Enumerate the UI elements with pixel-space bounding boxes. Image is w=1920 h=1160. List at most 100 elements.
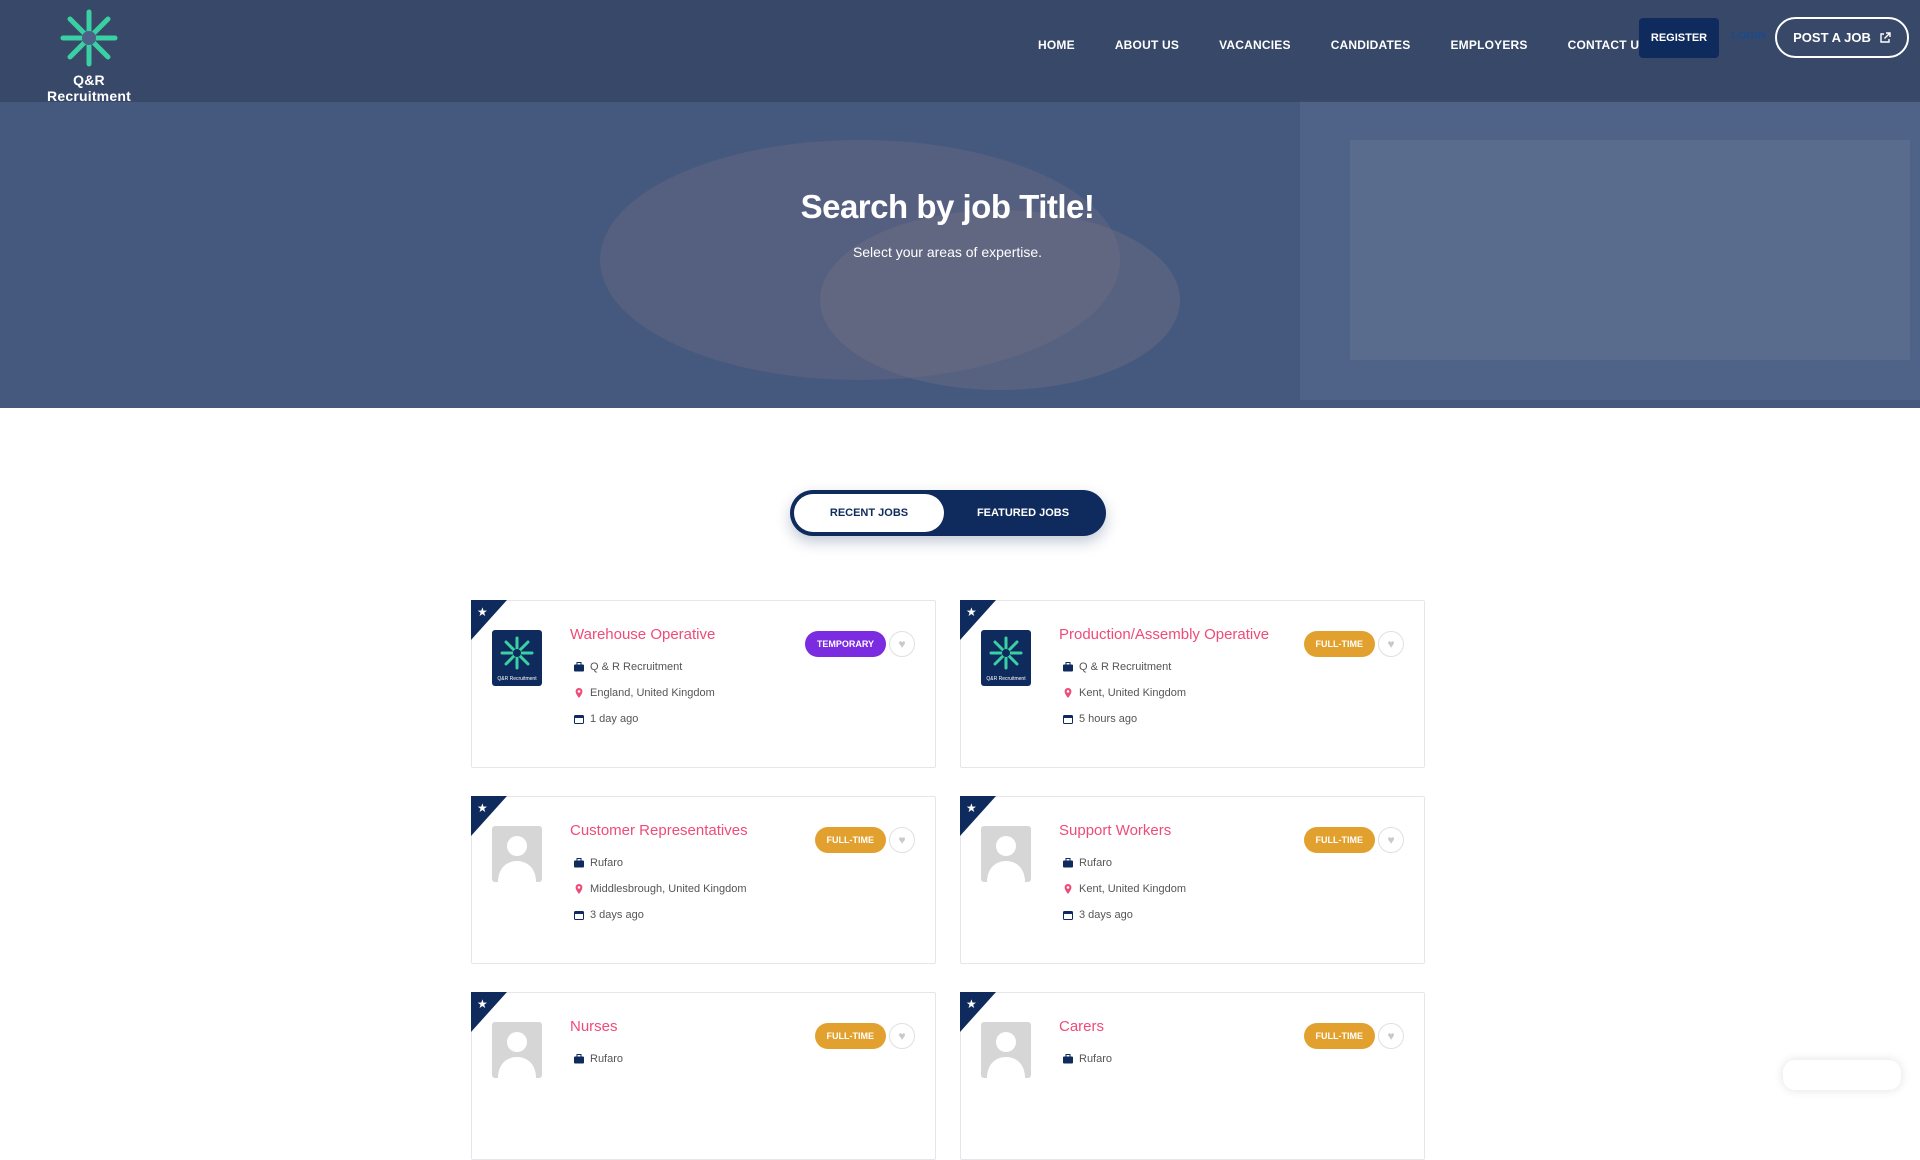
job-location: Kent, United Kingdom [1079, 687, 1187, 699]
posted-date: 3 days ago [590, 909, 644, 921]
login-link[interactable]: LOGIN [1731, 30, 1766, 42]
job-card[interactable]: ★ Customer Representatives FULL-TIME ♥ R… [471, 796, 936, 964]
hero-title: Search by job Title! [800, 188, 1095, 225]
company-name: Rufaro [1079, 857, 1113, 869]
favorite-heart-icon[interactable]: ♥ [1378, 631, 1404, 657]
job-title[interactable]: Warehouse Operative [570, 626, 715, 643]
briefcase-icon [1063, 1054, 1073, 1064]
favorite-heart-icon[interactable]: ♥ [889, 827, 915, 853]
job-type-badge: FULL-TIME [1303, 827, 1375, 853]
location-row: Middlesbrough, United Kingdom [574, 883, 747, 895]
top-navigation-bar: Q&R Recruitment HOME ABOUT US VACANCIES … [0, 0, 1920, 104]
favorite-heart-icon[interactable]: ♥ [889, 1023, 915, 1049]
star-icon: ★ [477, 997, 488, 1011]
briefcase-icon [1063, 662, 1073, 672]
posted-date: 1 day ago [590, 713, 639, 725]
company-row: Rufaro [1063, 857, 1112, 869]
location-row: Kent, United Kingdom [1063, 687, 1186, 699]
job-title[interactable]: Production/Assembly Operative [1059, 626, 1269, 643]
brand-icon [500, 636, 534, 670]
post-a-job-button[interactable]: POST A JOB [1775, 17, 1909, 58]
star-icon: ★ [966, 997, 977, 1011]
external-link-icon [1880, 31, 1891, 43]
company-row: Rufaro [1063, 1053, 1112, 1065]
map-pin-icon [1064, 884, 1072, 894]
company-row: Rufaro [574, 1053, 623, 1065]
calendar-icon [1063, 911, 1073, 920]
job-card[interactable]: ★ Support Workers FULL-TIME ♥ Rufaro Ken… [960, 796, 1425, 964]
company-row: Q & R Recruitment [574, 661, 682, 673]
company-row: Rufaro [574, 857, 623, 869]
favorite-heart-icon[interactable]: ♥ [1378, 1023, 1404, 1049]
company-name: Rufaro [590, 857, 624, 869]
job-type-badge: FULL-TIME [814, 1023, 886, 1049]
person-icon [987, 836, 1025, 882]
map-pin-icon [575, 688, 583, 698]
nav-employers[interactable]: EMPLOYERS [1430, 30, 1547, 60]
tab-recent-jobs[interactable]: RECENT JOBS [794, 494, 944, 532]
star-icon: ★ [477, 605, 488, 619]
calendar-icon [1063, 715, 1073, 724]
posted-date: 3 days ago [1079, 909, 1133, 921]
brand-icon [989, 636, 1023, 670]
favorite-heart-icon[interactable]: ♥ [1378, 827, 1404, 853]
favorite-heart-icon[interactable]: ♥ [889, 631, 915, 657]
map-pin-icon [1064, 688, 1072, 698]
company-name: Q & R Recruitment [590, 661, 683, 673]
briefcase-icon [574, 858, 584, 868]
job-type-badge: TEMPORARY [804, 631, 886, 657]
posted-row: 3 days ago [574, 909, 644, 921]
posted-row: 1 day ago [574, 713, 638, 725]
brand-name: Q&R Recruitment [47, 72, 131, 104]
company-logo: Q&R Recruitment [492, 630, 542, 686]
star-icon: ★ [966, 801, 977, 815]
star-icon: ★ [477, 801, 488, 815]
job-location: Middlesbrough, United Kingdom [590, 883, 747, 895]
company-name: Rufaro [1079, 1053, 1113, 1065]
job-title[interactable]: Customer Representatives [570, 822, 748, 839]
post-a-job-label: POST A JOB [1793, 30, 1871, 45]
job-card[interactable]: ★ Q&R Recruitment Production/Assembly Op… [960, 600, 1425, 768]
nav-about-us[interactable]: ABOUT US [1095, 30, 1199, 60]
main-nav: HOME ABOUT US VACANCIES CANDIDATES EMPLO… [1018, 30, 1667, 60]
job-card[interactable]: ★ Nurses FULL-TIME ♥ Rufaro [471, 992, 936, 1160]
job-card[interactable]: ★ Carers FULL-TIME ♥ Rufaro [960, 992, 1425, 1160]
jobs-tab-switcher: RECENT JOBS FEATURED JOBS [790, 490, 1106, 536]
job-card[interactable]: ★ Q&R Recruitment Warehouse Operative TE… [471, 600, 936, 768]
company-logo [981, 826, 1031, 882]
nav-candidates[interactable]: CANDIDATES [1311, 30, 1431, 60]
posted-row: 5 hours ago [1063, 713, 1137, 725]
hero-subtitle: Select your areas of expertise. [852, 244, 1043, 260]
job-type-badge: FULL-TIME [814, 827, 886, 853]
job-title[interactable]: Support Workers [1059, 822, 1171, 839]
company-logo: Q&R Recruitment [981, 630, 1031, 686]
register-button[interactable]: REGISTER [1639, 18, 1719, 58]
company-name: Q & R Recruitment [1079, 661, 1172, 673]
briefcase-icon [574, 1054, 584, 1064]
tab-featured-jobs[interactable]: FEATURED JOBS [944, 494, 1102, 532]
briefcase-icon [574, 662, 584, 672]
job-title[interactable]: Carers [1059, 1018, 1104, 1035]
company-logo [981, 1022, 1031, 1078]
posted-date: 5 hours ago [1079, 713, 1138, 725]
person-icon [498, 836, 536, 882]
job-title[interactable]: Nurses [570, 1018, 618, 1035]
nav-home[interactable]: HOME [1018, 30, 1095, 60]
company-logo [492, 1022, 542, 1078]
site-logo[interactable]: Q&R Recruitment [30, 6, 148, 104]
job-location: Kent, United Kingdom [1079, 883, 1187, 895]
star-icon: ★ [966, 605, 977, 619]
chat-widget[interactable] [1783, 1060, 1901, 1090]
location-row: England, United Kingdom [574, 687, 715, 699]
calendar-icon [574, 715, 584, 724]
nav-vacancies[interactable]: VACANCIES [1199, 30, 1311, 60]
job-type-badge: FULL-TIME [1303, 1023, 1375, 1049]
briefcase-icon [1063, 858, 1073, 868]
calendar-icon [574, 911, 584, 920]
brand-icon [60, 9, 118, 67]
company-logo [492, 826, 542, 882]
location-row: Kent, United Kingdom [1063, 883, 1186, 895]
company-row: Q & R Recruitment [1063, 661, 1171, 673]
posted-row: 3 days ago [1063, 909, 1133, 921]
company-logo-text: Q&R Recruitment [986, 676, 1026, 682]
